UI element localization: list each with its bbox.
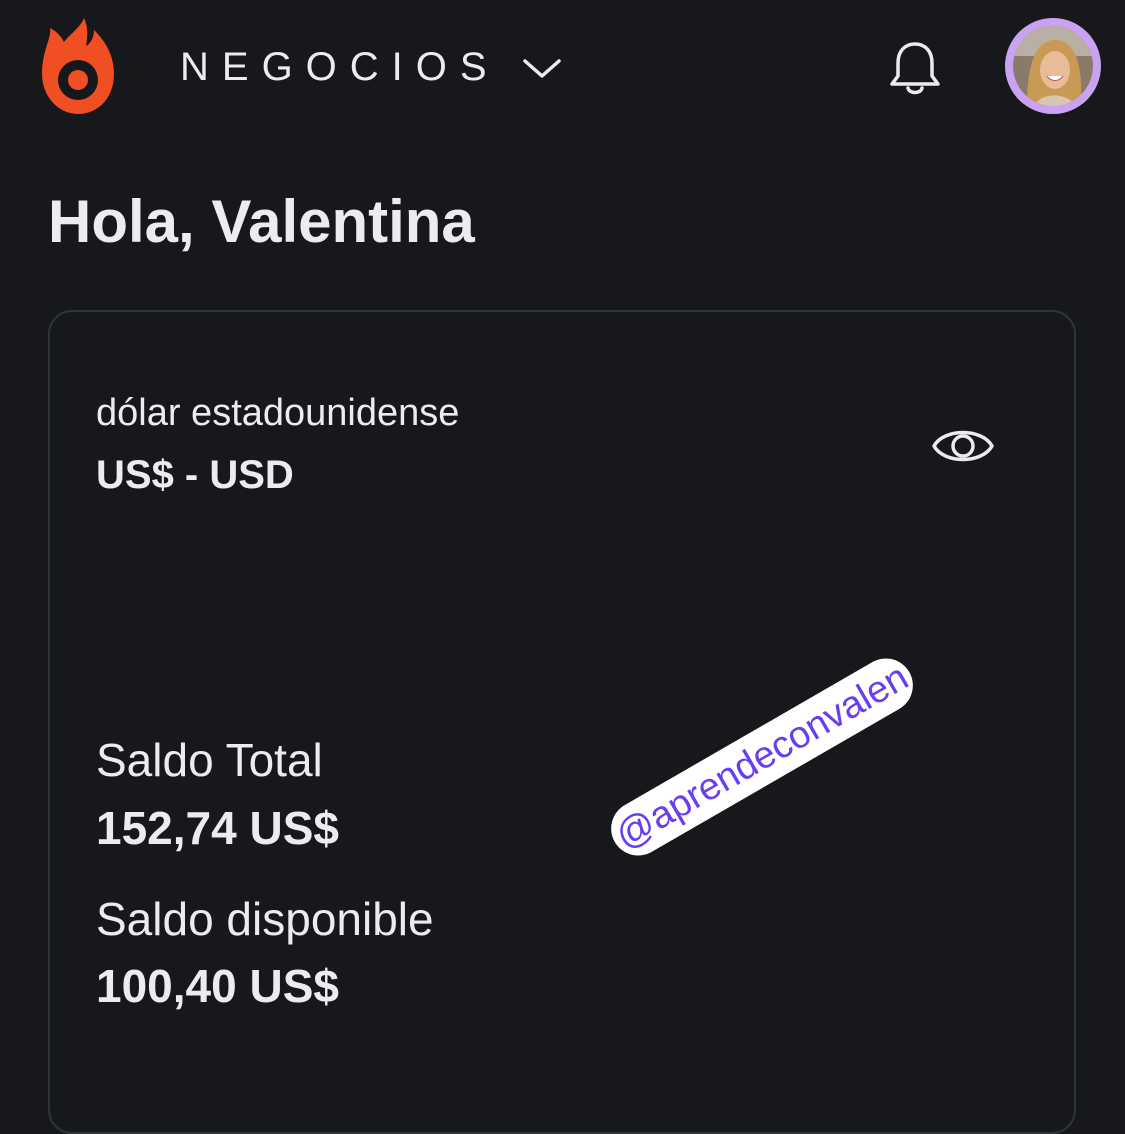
workspace-label: NEGOCIOS [180,45,500,89]
flame-logo-icon[interactable] [40,16,116,116]
bell-icon[interactable] [884,38,946,100]
eye-icon[interactable] [930,418,996,474]
currency-name: dólar estadounidense [96,392,460,434]
total-balance-value: 152,74 US$ [96,802,339,854]
available-balance-label: Saldo disponible [96,893,434,945]
avatar-photo [1013,26,1093,106]
page-title: Hola, Valentina [48,188,475,255]
available-balance-value: 100,40 US$ [96,960,339,1012]
total-balance-label: Saldo Total [96,734,323,786]
currency-code: US$ - USD [96,453,294,497]
workspace-selector[interactable]: NEGOCIOS [180,42,562,92]
user-avatar[interactable] [1005,18,1101,114]
chevron-down-icon [522,59,561,78]
